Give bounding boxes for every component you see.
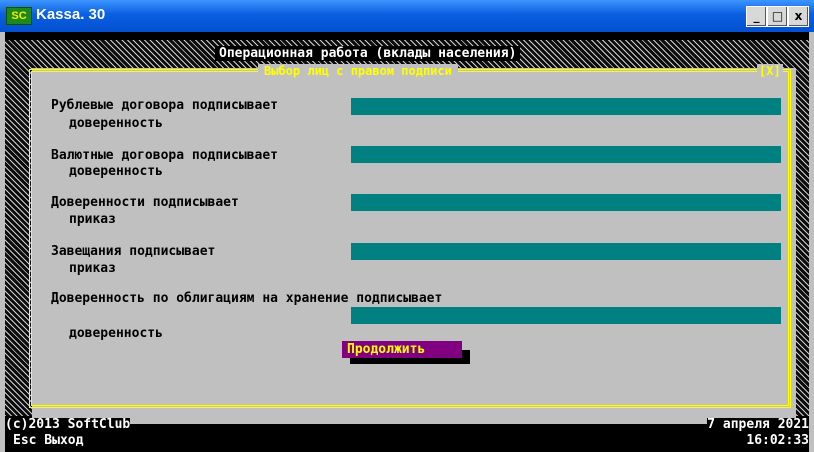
copyright-text: (c)2013 SoftClub [5, 417, 131, 432]
rub-contracts-value: доверенность [69, 116, 163, 131]
rub-contracts-label: Рублевые договора подписывает [51, 98, 278, 113]
poa-label: Доверенности подписывает [51, 195, 239, 210]
wills-field[interactable] [351, 243, 781, 260]
status-date: 7 апреля 2021 [707, 417, 809, 432]
top-strip [5, 32, 809, 40]
app-logo-icon: SC [6, 7, 32, 25]
title-bar[interactable]: SC Kassa. 30 _ □ x [0, 0, 814, 32]
fx-contracts-label: Валютные договора подписывает [51, 148, 278, 163]
continue-button[interactable]: Продолжить [342, 341, 462, 358]
minimize-button[interactable]: _ [746, 6, 767, 27]
rub-contracts-field[interactable] [351, 98, 781, 115]
terminal-screen: Операционная работа (вклады населения) В… [5, 32, 809, 452]
poa-value: приказ [69, 212, 116, 227]
maximize-button[interactable]: □ [767, 6, 788, 27]
bonds-poa-field[interactable] [351, 307, 781, 324]
page-title: Операционная работа (вклады населения) [215, 46, 521, 61]
exit-hint[interactable]: Esc Выход [13, 434, 84, 448]
fx-contracts-value: доверенность [69, 164, 163, 179]
dialog-close-button[interactable]: [X] [757, 64, 783, 78]
status-time: 16:02:33 [746, 433, 809, 448]
bonds-poa-label: Доверенность по облигациям на хранение п… [51, 291, 443, 306]
bonds-poa-value: доверенность [69, 326, 163, 341]
wills-value: приказ [69, 261, 116, 276]
fx-contracts-field[interactable] [351, 146, 781, 163]
close-button[interactable]: x [788, 6, 809, 27]
app-window: SC Kassa. 30 _ □ x Операционная работа (… [0, 0, 814, 452]
poa-field[interactable] [351, 194, 781, 211]
wills-label: Завещания подписывает [51, 244, 216, 259]
window-title: Kassa. 30 [36, 6, 106, 23]
dialog-title: Выбор лиц с правом подписи [258, 64, 458, 78]
